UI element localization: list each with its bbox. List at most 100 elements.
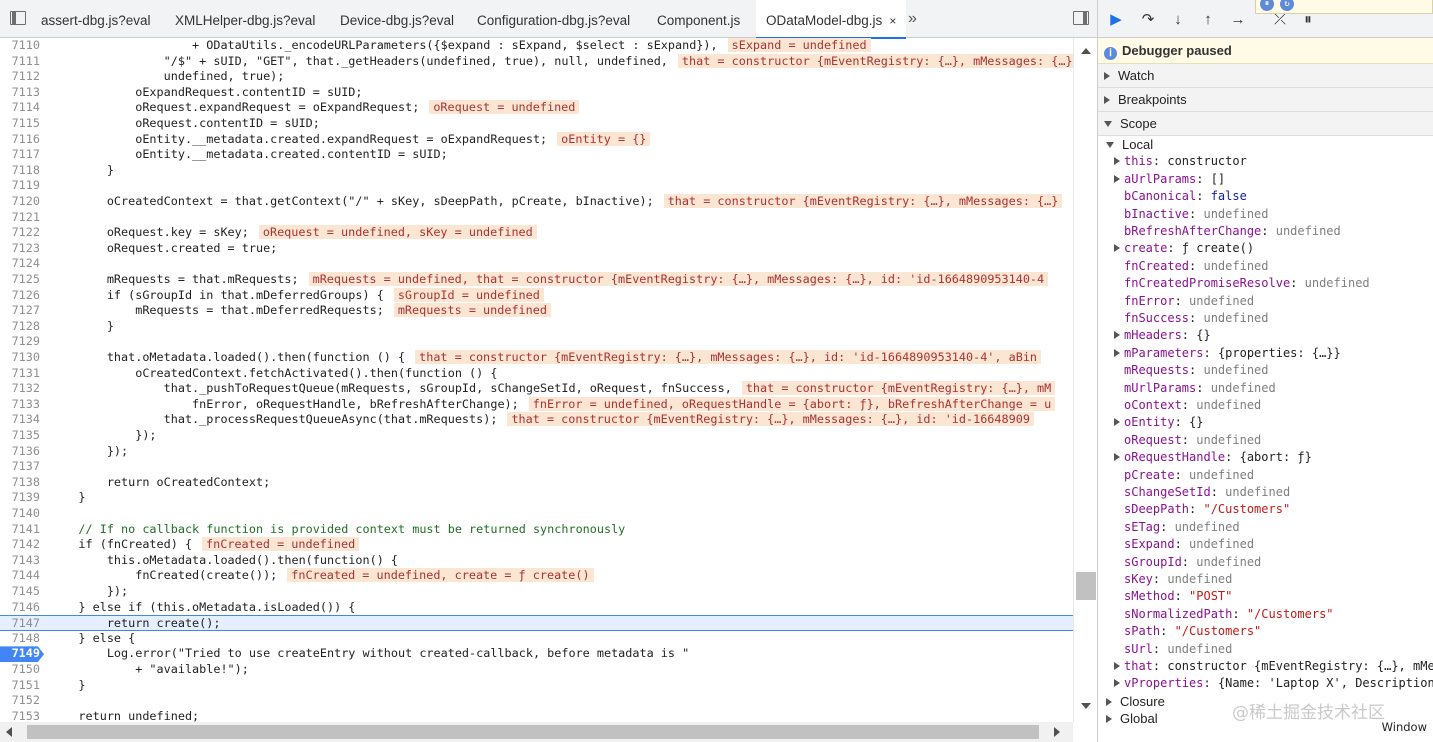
expand-variable-icon[interactable] [1114, 348, 1120, 357]
horizontal-scrollbar[interactable] [0, 722, 1073, 742]
code-line[interactable]: 7111 "/$" + sUID, "GET", that._getHeader… [0, 53, 1073, 70]
resume-icon[interactable]: ▶ [1106, 10, 1126, 30]
line-number[interactable]: 7136 [0, 444, 40, 460]
toggle-navigator-icon[interactable] [10, 11, 26, 25]
expand-variable-icon[interactable] [1114, 174, 1120, 183]
scope-section[interactable]: Scope [1098, 112, 1433, 136]
scope-variable[interactable]: oContext: undefined [1114, 397, 1261, 414]
code-line[interactable]: 7150 + "available!"); [0, 662, 1073, 678]
line-number[interactable]: 7141 [0, 522, 40, 538]
code-line[interactable]: 7152 [0, 693, 1073, 709]
scope-variable[interactable]: sPath: "/Customers" [1114, 623, 1261, 640]
line-number[interactable]: 7110 [0, 38, 40, 54]
code-line[interactable]: 7117 oEntity.__metadata.created.contentI… [0, 147, 1073, 163]
step-out-icon[interactable]: ↑ [1198, 10, 1218, 30]
code-line[interactable]: 7134 that._processRequestQueueAsync(that… [0, 412, 1073, 428]
code-line[interactable]: 7145 }); [0, 584, 1073, 600]
watch-section[interactable]: Watch [1098, 64, 1433, 88]
expand-variable-icon[interactable] [1114, 331, 1120, 340]
scope-variable[interactable]: pCreate: undefined [1114, 467, 1254, 484]
file-tab[interactable]: Device-dbg.js?eval [337, 0, 457, 38]
line-number[interactable]: 7130 [0, 350, 40, 366]
code-line[interactable]: 7110 + ODataUtils._encodeURLParameters({… [0, 38, 1073, 54]
code-line[interactable]: 7149 Log.error("Tried to use createEntry… [0, 646, 1073, 662]
code-line[interactable]: 7123 oRequest.created = true; [0, 241, 1073, 257]
code-line[interactable]: 7146 } else if (this.oMetadata.isLoaded(… [0, 600, 1073, 616]
step-over-icon[interactable]: ↷ [1138, 10, 1158, 30]
line-number[interactable]: 7151 [0, 678, 40, 694]
code-line[interactable]: 7127 mRequests = that.mDeferredRequests;… [0, 303, 1073, 319]
line-number[interactable]: 7131 [0, 366, 40, 382]
line-number[interactable]: 7145 [0, 584, 40, 600]
code-line[interactable]: 7121 [0, 210, 1073, 226]
line-number[interactable]: 7117 [0, 147, 40, 163]
code-line[interactable]: 7151 } [0, 678, 1073, 694]
code-line[interactable]: 7118 } [0, 163, 1073, 179]
code-line[interactable]: 7130 that.oMetadata.loaded().then(functi… [0, 350, 1073, 366]
line-number[interactable]: 7114 [0, 100, 40, 116]
file-tab[interactable]: assert-dbg.js?eval [38, 0, 154, 38]
scope-variable[interactable]: fnError: undefined [1114, 293, 1254, 310]
vertical-scrollbar[interactable] [1073, 38, 1097, 722]
scroll-left-icon[interactable] [6, 727, 12, 737]
code-line[interactable]: 7114 oRequest.expandRequest = oExpandReq… [0, 100, 1073, 116]
code-line[interactable]: 7136 }); [0, 444, 1073, 460]
code-line[interactable]: 7128 } [0, 319, 1073, 335]
code-line[interactable]: 7140 [0, 506, 1073, 522]
line-number[interactable]: 7133 [0, 397, 40, 413]
code-line[interactable]: 7119 [0, 178, 1073, 194]
line-number[interactable]: 7121 [0, 210, 40, 226]
scope-variable[interactable]: sGroupId: undefined [1114, 554, 1261, 571]
code-line[interactable]: 7137 [0, 459, 1073, 475]
line-number[interactable]: 7140 [0, 506, 40, 522]
closure-scope-header[interactable]: Closure [1106, 693, 1165, 710]
scope-variable[interactable]: sETag: undefined [1114, 519, 1240, 536]
line-number[interactable]: 7137 [0, 459, 40, 475]
expand-variable-icon[interactable] [1114, 453, 1120, 462]
line-number[interactable]: 7111 [0, 54, 40, 70]
overlay-step-icon[interactable]: ↻ [1280, 0, 1294, 11]
line-number[interactable]: 7126 [0, 288, 40, 304]
line-number[interactable]: 7118 [0, 163, 40, 179]
line-number[interactable]: 7129 [0, 334, 40, 350]
step-icon[interactable]: → [1228, 10, 1248, 30]
line-number[interactable]: 7138 [0, 475, 40, 491]
code-line[interactable]: 7131 oCreatedContext.fetchActivated().th… [0, 366, 1073, 382]
scope-variable[interactable]: fnSuccess: undefined [1114, 310, 1269, 327]
code-line[interactable]: 7135 }); [0, 428, 1073, 444]
code-line[interactable]: 7138 return oCreatedContext; [0, 475, 1073, 491]
file-tab[interactable]: XMLHelper-dbg.js?eval [172, 0, 318, 38]
expand-variable-icon[interactable] [1114, 157, 1120, 166]
code-line[interactable]: 7122 oRequest.key = sKey; oRequest = unde… [0, 225, 1073, 241]
code-line[interactable]: 7142 if (fnCreated) {fnCreated = undefin… [0, 537, 1073, 553]
code-line[interactable]: 7139 } [0, 490, 1073, 506]
line-number[interactable]: 7132 [0, 381, 40, 397]
scope-variable[interactable]: sMethod: "POST" [1114, 588, 1232, 605]
code-line[interactable]: 7113 oExpandRequest.contentID = sUID; [0, 85, 1073, 101]
scope-variable[interactable]: fnCreatedPromiseResolve: undefined [1114, 275, 1370, 292]
scope-variable[interactable]: bRefreshAfterChange: undefined [1114, 223, 1341, 240]
code-line[interactable]: 7126 if (sGroupId in that.mDeferredGroup… [0, 287, 1073, 304]
file-tab[interactable]: Component.js [654, 0, 743, 38]
line-number[interactable]: 7120 [0, 194, 40, 210]
scope-variable[interactable]: sExpand: undefined [1114, 536, 1254, 553]
close-tab-icon[interactable]: × [889, 14, 896, 28]
code-line[interactable]: 7129 [0, 334, 1073, 350]
global-scope-header[interactable]: Global [1106, 710, 1158, 727]
scope-variable[interactable]: create: ƒ create() [1114, 240, 1254, 257]
code-line[interactable]: 7125 mRequests = that.mRequests; mRequest… [0, 272, 1073, 288]
scope-variable[interactable]: oEntity: {} [1114, 414, 1203, 431]
scope-variable[interactable]: mUrlParams: undefined [1114, 380, 1276, 397]
scope-variable[interactable]: sChangeSetId: undefined [1114, 484, 1290, 501]
breakpoints-section[interactable]: Breakpoints [1098, 88, 1433, 112]
scope-variable[interactable]: vProperties: {Name: 'Laptop X', Descript… [1114, 675, 1433, 692]
line-number[interactable]: 7113 [0, 85, 40, 101]
scope-variable[interactable]: mParameters: {properties: {…}} [1114, 345, 1341, 362]
current-execution-line[interactable]: 7147 return create(); [0, 615, 1073, 631]
more-tabs-icon[interactable]: » [908, 0, 917, 38]
scope-variable[interactable]: fnCreated: undefined [1114, 258, 1269, 275]
scroll-right-icon[interactable] [1054, 727, 1060, 737]
scope-variable[interactable]: mHeaders: {} [1114, 327, 1211, 344]
line-number[interactable]: 7128 [0, 319, 40, 335]
line-number[interactable]: 7150 [0, 662, 40, 678]
